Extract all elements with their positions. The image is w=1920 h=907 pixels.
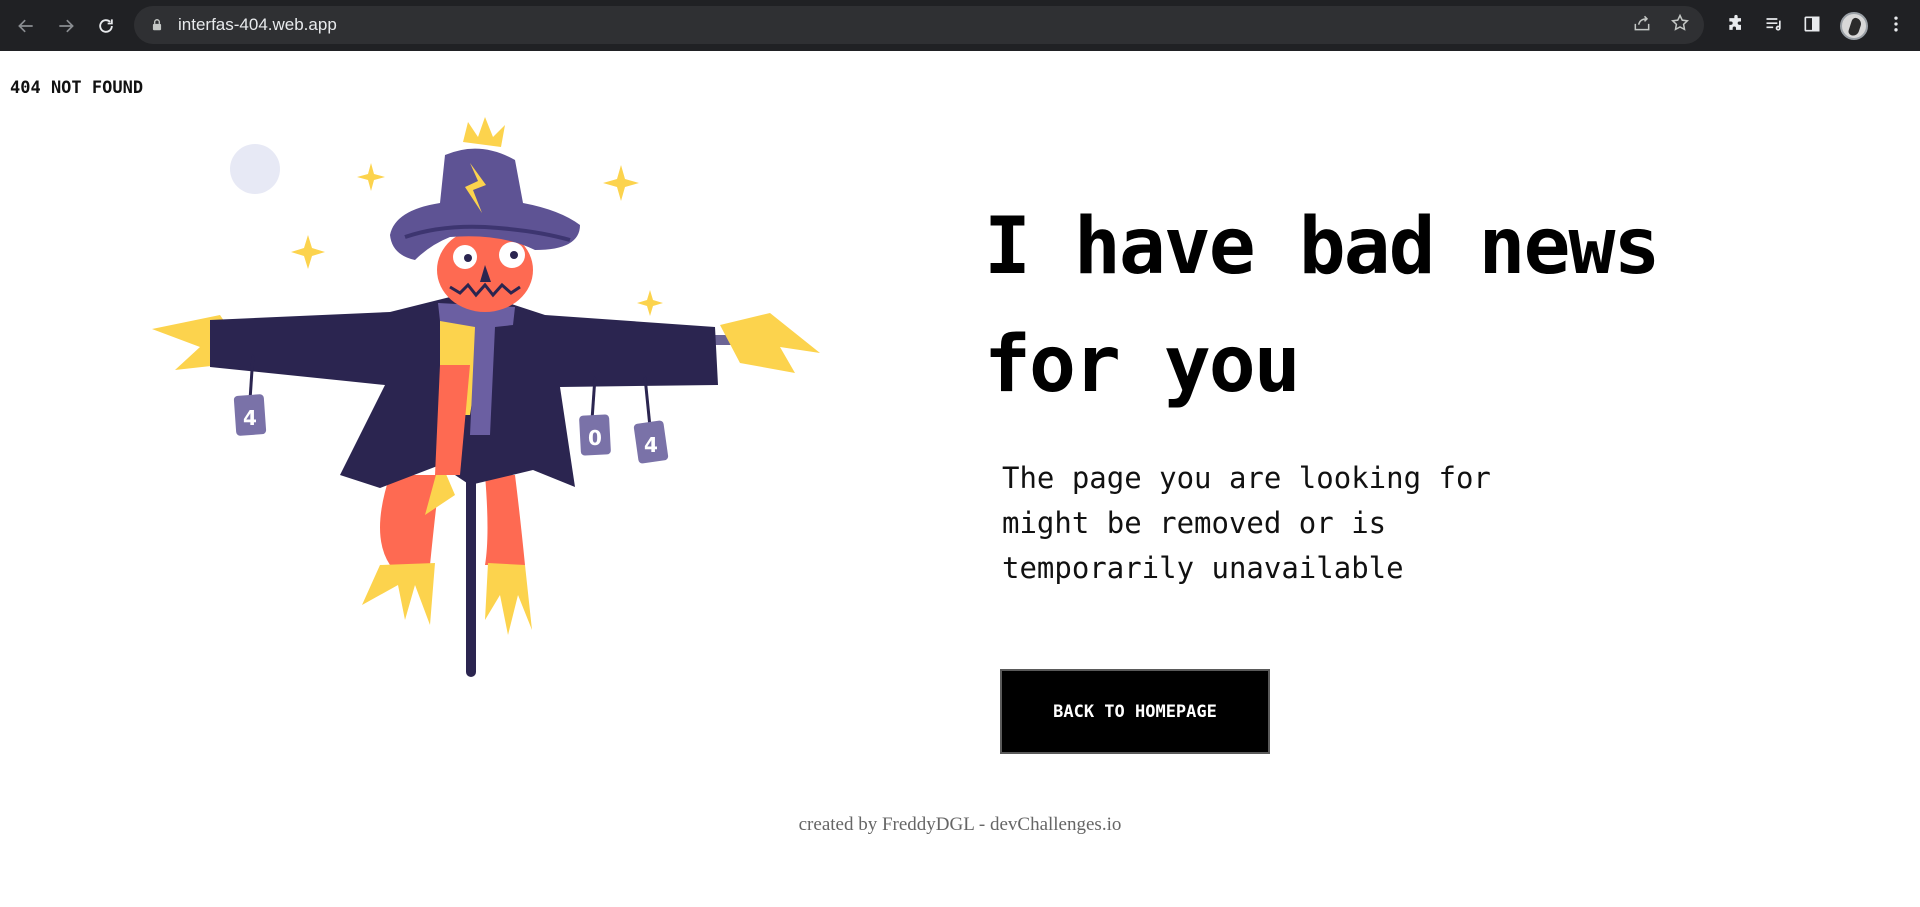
- forward-button[interactable]: [46, 6, 86, 46]
- media-queue-icon[interactable]: [1764, 14, 1784, 38]
- reload-icon: [99, 18, 113, 33]
- bookmark-star-icon[interactable]: [1670, 13, 1690, 37]
- brand-logo-text: 404 NOT FOUND: [10, 78, 144, 98]
- can-label-1: 4: [243, 406, 257, 430]
- reload-button[interactable]: [86, 6, 126, 46]
- scarecrow-illustration: 4 0 4: [152, 117, 820, 677]
- footer-credit[interactable]: created by FreddyDGL - devChallenges.io: [0, 814, 1920, 836]
- side-panel-icon[interactable]: [1802, 14, 1822, 38]
- url-text: interfas-404.web.app: [178, 15, 337, 34]
- page-description: The page you are looking for might be re…: [1002, 461, 1491, 585]
- back-to-homepage-button[interactable]: BACK TO HOMEPAGE: [1000, 669, 1270, 754]
- address-bar[interactable]: interfas-404.web.app: [134, 6, 1704, 44]
- page-headline: I have bad news for you: [984, 202, 1660, 410]
- kebab-menu-icon[interactable]: [1886, 14, 1906, 38]
- can-label-2: 0: [588, 426, 602, 450]
- profile-avatar[interactable]: [1840, 11, 1868, 40]
- can-label-3: 4: [644, 433, 658, 457]
- share-icon[interactable]: [1632, 13, 1652, 37]
- arrow-right-icon: [59, 19, 74, 32]
- back-button[interactable]: [6, 6, 46, 46]
- moon-icon: [230, 144, 280, 194]
- lock-icon: [150, 18, 164, 32]
- extensions-icon[interactable]: [1726, 14, 1746, 38]
- browser-toolbar: interfas-404.web.app: [0, 0, 1920, 51]
- arrow-left-icon: [18, 19, 33, 32]
